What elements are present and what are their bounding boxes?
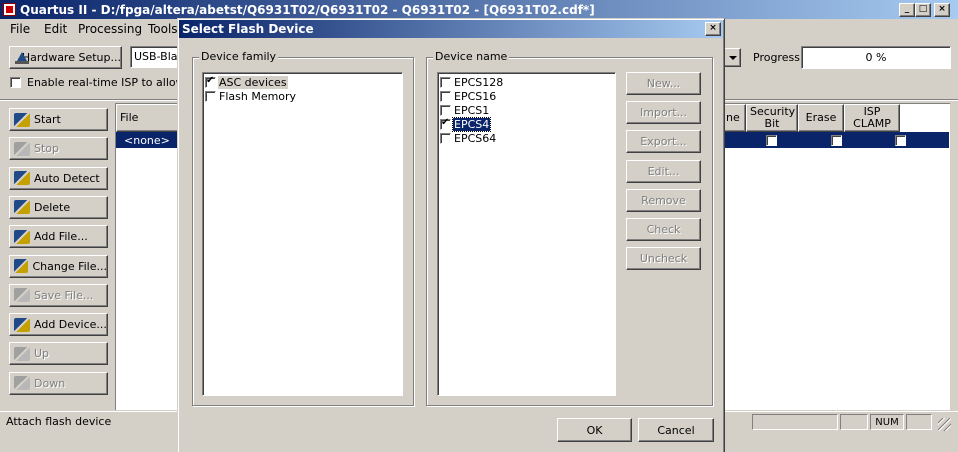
hardware-setup-button[interactable]: Hardware Setup... — [9, 46, 122, 69]
menu-tools[interactable]: Tools — [148, 22, 178, 36]
dialog-title-bar: Select Flash Device — [179, 20, 723, 38]
menu-processing[interactable]: Processing — [78, 22, 142, 36]
auto-detect-button[interactable]: Auto Detect — [9, 166, 108, 190]
device-family-item-label: ASC devices — [218, 75, 288, 89]
quartus-app-icon — [3, 3, 16, 16]
add-device-button[interactable]: Add Device... — [9, 313, 108, 337]
edit-button[interactable]: Edit... — [626, 159, 701, 183]
check-button[interactable]: Check — [626, 218, 701, 241]
device-name-checkbox[interactable] — [440, 117, 451, 130]
auto-detect-icon — [14, 171, 30, 186]
menu-file[interactable]: File — [10, 22, 30, 36]
start-icon — [14, 112, 30, 127]
security-bit-column-header[interactable]: Security Bit — [746, 104, 798, 132]
import-button[interactable]: Import... — [626, 101, 701, 125]
resize-grip-icon[interactable] — [938, 418, 951, 431]
device-name-item-label: EPCS4 — [451, 116, 492, 132]
device-name-item-epcs4[interactable]: EPCS4 — [438, 116, 615, 132]
start-button[interactable]: Start — [9, 108, 108, 131]
device-name-list[interactable]: EPCS128EPCS16EPCS1EPCS4EPCS64 — [437, 72, 616, 396]
cancel-button[interactable]: Cancel — [638, 418, 714, 442]
menu-edit[interactable]: Edit — [44, 22, 67, 36]
device-family-item-label: Flash Memory — [219, 89, 297, 103]
minimize-button[interactable]: _ — [899, 3, 915, 17]
file-cell[interactable]: <none> — [124, 134, 170, 147]
device-name-label: Device name — [433, 50, 510, 63]
device-name-checkbox[interactable] — [440, 76, 451, 88]
status-pane-2 — [840, 414, 868, 430]
main-window-title: Quartus II - D:/fpga/altera/abetst/Q6931… — [20, 2, 595, 17]
change-file-button[interactable]: Change File... — [9, 254, 108, 278]
up-arrow-icon — [14, 346, 30, 361]
delete-button[interactable]: Delete — [9, 195, 108, 219]
main-title-bar: Quartus II - D:/fpga/altera/abetst/Q6931… — [0, 0, 958, 19]
device-name-item-label: EPCS16 — [454, 89, 497, 103]
up-button[interactable]: Up — [9, 342, 108, 366]
device-name-item-label: EPCS128 — [454, 75, 504, 89]
maximize-button[interactable]: □ — [915, 3, 931, 17]
device-family-item-asc-devices[interactable]: ASC devices — [203, 75, 402, 89]
add-file-icon — [14, 229, 30, 244]
isp-checkbox[interactable] — [10, 77, 21, 88]
mode-dropdown-arrow[interactable] — [724, 48, 741, 67]
file-column-header[interactable]: File — [116, 104, 181, 132]
device-name-item-label: EPCS1 — [454, 103, 490, 117]
dialog-close-button[interactable]: × — [705, 22, 721, 36]
isp-clamp-column-header[interactable]: ISP CLAMP — [844, 104, 900, 132]
erase-column-header[interactable]: Erase — [798, 104, 844, 132]
security-bit-checkbox[interactable] — [766, 135, 777, 146]
device-family-checkbox[interactable] — [205, 90, 216, 102]
close-window-button[interactable]: × — [934, 3, 950, 17]
progress-bar: 0 % — [801, 46, 951, 69]
device-family-checkbox[interactable] — [205, 75, 216, 88]
dialog-title: Select Flash Device — [182, 22, 314, 36]
save-file-button[interactable]: Save File... — [9, 283, 108, 307]
add-file-button[interactable]: Add File... — [9, 225, 108, 249]
status-pane-4 — [906, 414, 932, 430]
device-name-item-epcs128[interactable]: EPCS128 — [438, 75, 615, 89]
ok-button[interactable]: OK — [557, 418, 632, 442]
device-name-checkbox[interactable] — [440, 132, 451, 144]
device-name-item-epcs64[interactable]: EPCS64 — [438, 131, 615, 145]
isp-checkbox-label: Enable real-time ISP to allow ba — [27, 76, 202, 89]
save-file-icon — [14, 288, 30, 303]
progress-value: 0 % — [865, 51, 887, 64]
device-name-checkbox[interactable] — [440, 90, 451, 102]
remove-button[interactable]: Remove — [626, 188, 701, 212]
device-name-item-epcs1[interactable]: EPCS1 — [438, 103, 615, 117]
isp-checkbox-row[interactable]: Enable real-time ISP to allow ba — [10, 76, 202, 89]
delete-icon — [14, 200, 30, 215]
stop-icon — [14, 141, 30, 156]
hardware-icon — [14, 51, 29, 65]
down-button[interactable]: Down — [9, 371, 108, 395]
change-file-icon — [14, 259, 29, 273]
status-num: NUM — [870, 414, 904, 430]
export-button[interactable]: Export... — [626, 130, 701, 154]
device-name-checkbox[interactable] — [440, 104, 451, 116]
status-message: Attach flash device — [6, 415, 112, 428]
status-pane-1 — [752, 414, 838, 430]
device-name-item-label: EPCS64 — [454, 131, 497, 145]
stop-button[interactable]: Stop — [9, 137, 108, 161]
uncheck-button[interactable]: Uncheck — [626, 247, 701, 271]
isp-clamp-checkbox[interactable] — [895, 135, 906, 146]
add-device-icon — [14, 317, 30, 332]
hardware-field[interactable]: USB-Blas — [130, 46, 184, 68]
chevron-down-icon — [728, 55, 737, 60]
device-family-label: Device family — [199, 50, 279, 63]
erase-checkbox[interactable] — [830, 135, 842, 146]
new-button[interactable]: New... — [626, 72, 701, 95]
device-family-item-flash-memory[interactable]: Flash Memory — [203, 89, 402, 103]
device-family-list[interactable]: ASC devicesFlash Memory — [202, 72, 403, 396]
partial-column-header[interactable]: ne — [724, 104, 746, 132]
down-arrow-icon — [14, 376, 30, 391]
device-name-item-epcs16[interactable]: EPCS16 — [438, 89, 615, 103]
progress-label: Progress: — [753, 51, 804, 64]
